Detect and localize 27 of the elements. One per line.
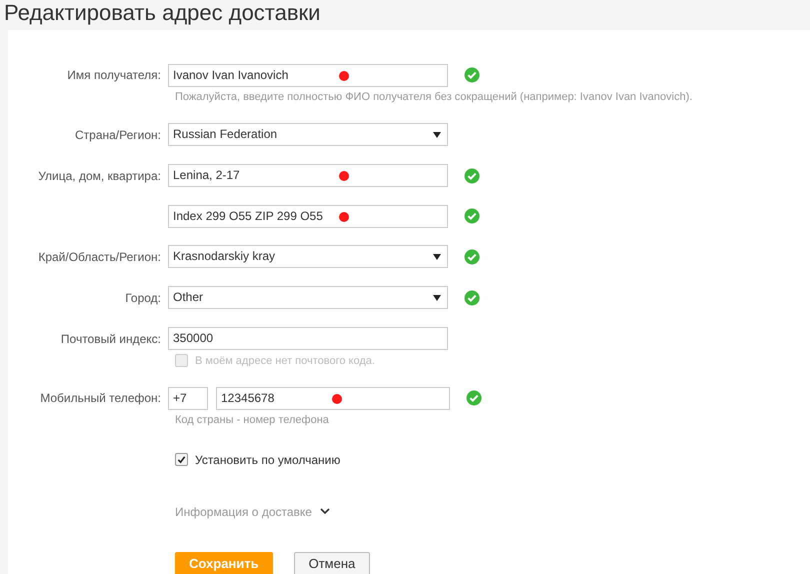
checkbox-label: В моём адресе нет почтового кода. (195, 354, 375, 368)
checkmark-icon (177, 455, 186, 464)
text-field[interactable]: Index 299 O55 ZIP 299 O55 (168, 204, 448, 228)
field-label: Почтовый индекс: (60, 332, 161, 346)
cancel-button[interactable]: Отмена (294, 552, 370, 574)
phone-number-field[interactable]: 12345678 (216, 386, 450, 410)
page-title: Редактировать адрес доставки (4, 0, 320, 26)
select-field[interactable]: Krasnodarskiy kray (168, 245, 448, 268)
dropdown-arrow-icon (433, 294, 441, 300)
field-label: Улица, дом, квартира: (38, 168, 161, 182)
select-field[interactable]: Other (168, 286, 448, 309)
text-field[interactable]: Lenina, 2-17 (168, 164, 448, 187)
field-hint: Код страны - номер телефона (175, 413, 330, 428)
dropdown-arrow-icon (433, 132, 441, 138)
field-label: Страна/Регион: (74, 128, 161, 142)
field-label: Имя получателя: (67, 68, 161, 82)
text-field[interactable]: Ivanov Ivan Ivanovich (168, 64, 448, 86)
field-label: Город: (125, 290, 161, 304)
field-hint: Пожалуйста, введите полностью ФИО получателя без сокращений (например: Ivanov Ivan Ivanovich). (175, 90, 694, 105)
dropdown-arrow-icon (433, 254, 441, 260)
field-label: Мобильный телефон: (40, 391, 161, 405)
country-code-field[interactable]: +7 (168, 386, 208, 410)
field-label: Край/Область/Регион: (38, 250, 161, 264)
checkbox[interactable] (175, 453, 188, 466)
select-field[interactable]: Russian Federation (168, 123, 448, 146)
text-field[interactable]: 350000 (168, 327, 448, 350)
checkbox-label: Установить по умолчанию (195, 452, 340, 468)
